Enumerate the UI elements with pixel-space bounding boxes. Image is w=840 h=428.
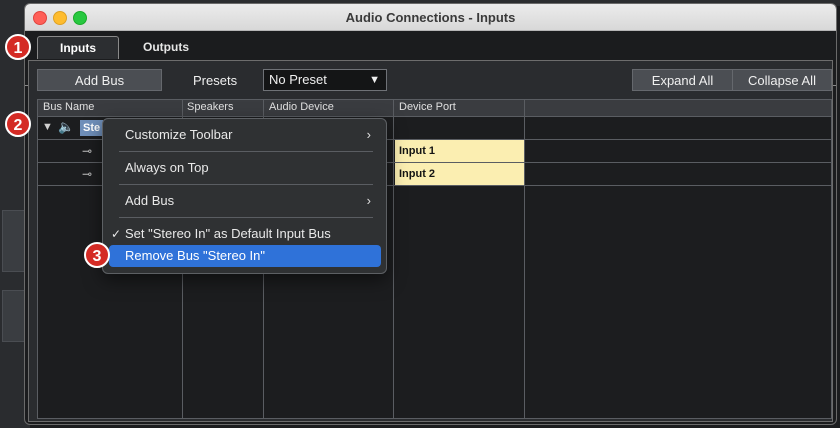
- speaker-icon: 🔈: [58, 119, 75, 134]
- menu-separator: [119, 217, 373, 218]
- device-port-cell[interactable]: Input 1: [395, 140, 524, 162]
- step-badge: 3: [84, 242, 110, 268]
- title-bar[interactable]: Audio Connections - Inputs: [25, 4, 836, 31]
- background-lane: [2, 290, 26, 342]
- menu-separator: [119, 151, 373, 152]
- column-header-speakers[interactable]: Speakers: [187, 101, 233, 113]
- menu-item-add-bus[interactable]: Add Bus ›: [109, 190, 381, 212]
- menu-separator: [119, 184, 373, 185]
- presets-label: Presets: [193, 73, 238, 88]
- menu-item-set-default-input-bus[interactable]: ✓ Set "Stereo In" as Default Input Bus: [109, 223, 381, 245]
- preset-dropdown[interactable]: No Preset ▼: [263, 69, 387, 91]
- tab-inputs[interactable]: Inputs: [37, 36, 119, 59]
- column-header-bus-name[interactable]: Bus Name: [43, 101, 94, 113]
- menu-item-label: Add Bus: [125, 193, 175, 208]
- step-badge: 1: [5, 34, 31, 60]
- triangle-down-icon[interactable]: ▼: [42, 121, 53, 133]
- preset-value: No Preset: [269, 72, 327, 87]
- column-header-audio-device[interactable]: Audio Device: [269, 101, 334, 113]
- menu-item-label: Remove Bus "Stereo In": [125, 248, 266, 263]
- table-header: Bus Name Speakers Audio Device Device Po…: [38, 100, 831, 117]
- collapse-all-button[interactable]: Collapse All: [732, 69, 832, 91]
- context-menu: Customize Toolbar › Always on Top Add Bu…: [102, 118, 387, 274]
- tab-bar: Inputs Outputs: [25, 31, 836, 86]
- menu-item-always-on-top[interactable]: Always on Top: [109, 157, 381, 179]
- dropdown-arrow-icon: ▼: [369, 74, 380, 86]
- device-port-cell[interactable]: Input 2: [395, 163, 524, 185]
- chevron-right-icon: ›: [366, 127, 371, 142]
- expand-all-button[interactable]: Expand All: [632, 69, 733, 91]
- add-bus-button[interactable]: Add Bus: [37, 69, 162, 91]
- menu-item-label: Always on Top: [125, 160, 209, 175]
- menu-item-label: Set "Stereo In" as Default Input Bus: [125, 226, 331, 241]
- menu-item-customize-toolbar[interactable]: Customize Toolbar ›: [109, 124, 381, 146]
- connection-icon: ⊸: [82, 144, 93, 158]
- window-title: Audio Connections - Inputs: [345, 10, 516, 25]
- connection-icon: ⊸: [82, 167, 93, 181]
- column-header-device-port[interactable]: Device Port: [399, 101, 456, 113]
- tab-outputs[interactable]: Outputs: [121, 36, 211, 58]
- step-badge: 2: [5, 111, 31, 137]
- background-lane: [2, 210, 26, 272]
- checkmark-icon: ✓: [111, 227, 122, 241]
- chevron-right-icon: ›: [366, 193, 371, 208]
- menu-item-remove-bus[interactable]: Remove Bus "Stereo In": [109, 245, 381, 267]
- bus-name-cell[interactable]: Ste: [80, 120, 104, 136]
- menu-item-label: Customize Toolbar: [125, 127, 233, 142]
